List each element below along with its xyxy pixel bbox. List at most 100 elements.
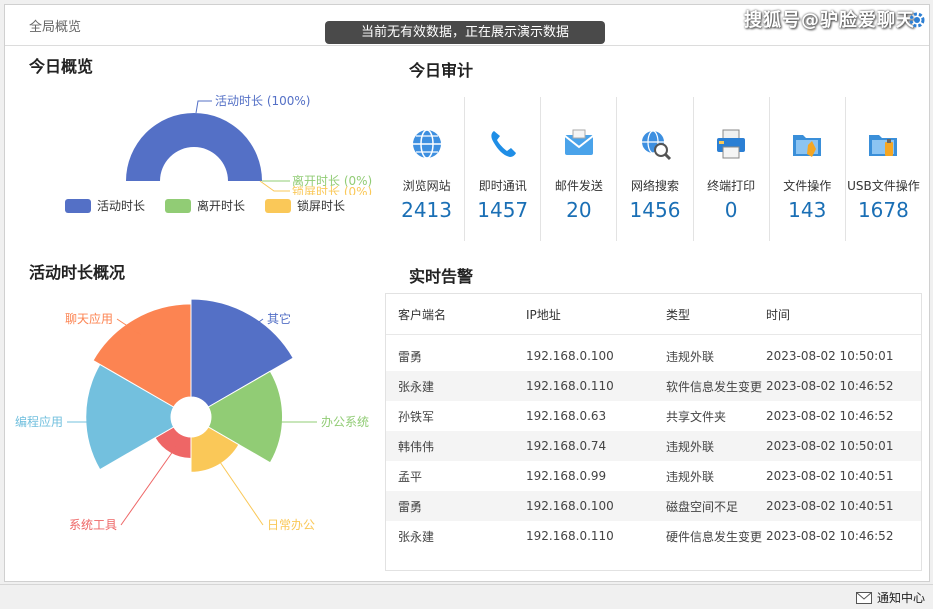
cell-time: 2023-08-02 10:46:52 — [766, 379, 894, 393]
dashboard-panel: 全局概览 今日概览 活动时长 (100%) 离开时长 (0%) 锁屏时长 (0%) … — [4, 4, 930, 582]
overview-legend: 活动时长 离开时长 锁屏时长 — [65, 197, 345, 214]
audit-stats: 浏览网站 2413 即时通讯 1457 邮件发送 20 网络搜索 1456 终端打印 0 文件操作 1… — [389, 97, 921, 241]
table-row[interactable]: 孟平 192.168.0.99 违规外联 2023-08-02 10:40:51 — [386, 461, 921, 491]
cell-type: 硬件信息发生变更 — [666, 529, 763, 544]
table-body: 雷勇 192.168.0.100 违规外联 2023-08-02 10:50:01 张永… — [386, 341, 921, 551]
cell-ip: 192.168.0.63 — [526, 409, 607, 423]
label-line — [259, 180, 290, 192]
audit-item-value: 0 — [724, 198, 738, 222]
legend-item[interactable]: 锁屏时长 — [265, 197, 345, 214]
legend-item[interactable]: 活动时长 — [65, 197, 145, 214]
cell-ip: 192.168.0.100 — [526, 349, 614, 363]
rose-label-3: 系统工具 — [69, 518, 117, 532]
audit-item-label: 网络搜索 — [630, 179, 679, 193]
audit-item-value: 2413 — [401, 198, 453, 222]
watermark: 搜狐号@驴脸爱聊天 — [744, 10, 915, 31]
cell-client: 孟平 — [398, 469, 423, 484]
rose-center — [171, 397, 211, 437]
legend-label: 活动时长 — [97, 199, 146, 213]
cell-ip: 192.168.0.100 — [526, 499, 614, 513]
audit-item-2[interactable]: 邮件发送 20 — [541, 97, 618, 241]
column-ip[interactable]: IP地址 — [526, 306, 666, 323]
cell-ip: 192.168.0.99 — [526, 469, 607, 483]
cell-client: 雷勇 — [398, 499, 423, 514]
audit-item-0[interactable]: 浏览网站 2413 — [389, 97, 466, 241]
cell-time: 2023-08-02 10:40:51 — [766, 469, 894, 483]
gear-icon[interactable] — [907, 10, 927, 30]
rose-label-2: 日常办公 — [267, 517, 315, 532]
audit-item-label: 邮件发送 — [554, 179, 603, 193]
cell-ip: 192.168.0.110 — [526, 529, 614, 543]
alerts-title: 实时告警 — [409, 267, 474, 286]
cell-client: 孙铁军 — [398, 409, 435, 424]
cell-client: 张永建 — [398, 529, 435, 544]
column-time[interactable]: 时间 — [766, 306, 906, 323]
cell-client: 韩伟伟 — [398, 439, 435, 454]
cell-ip: 192.168.0.110 — [526, 379, 614, 393]
donut-slice-0[interactable] — [126, 113, 262, 181]
status-bar: 通知中心 — [0, 584, 933, 609]
cell-type: 磁盘空间不足 — [666, 499, 739, 514]
audit-item-label: 即时通讯 — [478, 179, 527, 193]
cell-time: 2023-08-02 10:46:52 — [766, 529, 894, 543]
legend-swatch — [65, 198, 91, 213]
table-row[interactable]: 雷勇 192.168.0.100 磁盘空间不足 2023-08-02 10:40:51 — [386, 491, 921, 521]
table-row[interactable]: 韩伟伟 192.168.0.74 违规外联 2023-08-02 10:50:01 — [386, 431, 921, 461]
audit-item-label: 终端打印 — [707, 179, 756, 193]
audit-item-value: 1457 — [477, 198, 529, 222]
legend-swatch — [165, 198, 192, 213]
audit-item-value: 1678 — [857, 198, 909, 222]
audit-item-value: 1456 — [629, 198, 681, 222]
audit-item-3[interactable]: 网络搜索 1456 — [617, 97, 694, 241]
cell-type: 违规外联 — [666, 349, 715, 364]
demo-data-toast: 当前无有效数据，正在展示演示数据 — [325, 21, 605, 44]
phone-icon — [491, 131, 516, 157]
cell-time: 2023-08-02 10:50:01 — [766, 349, 894, 363]
legend-label: 离开时长 — [197, 199, 246, 213]
legend-swatch — [265, 198, 292, 213]
search-globe-icon — [641, 130, 672, 161]
globe-icon — [412, 129, 441, 159]
column-type[interactable]: 类型 — [666, 306, 766, 323]
audit-item-label: 浏览网站 — [402, 179, 451, 193]
audit-item-5[interactable]: 文件操作 143 — [770, 97, 846, 241]
alerts-table: 客户端名 IP地址 类型 时间 雷勇 192.168.0.100 违规外联 2023-… — [385, 293, 922, 571]
cell-client: 张永建 — [398, 379, 435, 394]
legend-label: 锁屏时长 — [297, 199, 346, 213]
mail-icon — [564, 129, 594, 155]
cell-time: 2023-08-02 10:50:01 — [766, 439, 894, 453]
activity-title: 活动时长概况 — [29, 263, 126, 282]
breadcrumb[interactable]: 全局概览 — [29, 16, 81, 35]
table-header: 客户端名 IP地址 类型 时间 — [386, 294, 921, 335]
folder-icon — [793, 135, 822, 157]
table-row[interactable]: 雷勇 192.168.0.100 违规外联 2023-08-02 10:50:01 — [386, 341, 921, 371]
rose-label-0: 其它 — [267, 311, 291, 326]
cell-client: 雷勇 — [398, 349, 423, 364]
cell-time: 2023-08-02 10:46:52 — [766, 409, 894, 423]
slice-label-0: 活动时长 (100%) — [215, 94, 311, 108]
cell-type: 软件信息发生变更 — [666, 379, 763, 394]
audit-item-1[interactable]: 即时通讯 1457 — [465, 97, 542, 241]
cell-type: 共享文件夹 — [666, 409, 727, 424]
audit-title: 今日审计 — [409, 61, 474, 80]
legend-item[interactable]: 离开时长 — [165, 197, 245, 214]
audit-item-6[interactable]: USB文件操作 1678 — [846, 97, 921, 241]
cell-type: 违规外联 — [666, 439, 715, 454]
activity-rose-chart: 其它办公系统日常办公 系统工具 编程应用 聊天应用 — [15, 298, 369, 532]
label-line — [206, 442, 264, 526]
notification-center-button[interactable]: 通知中心 — [855, 589, 925, 606]
table-row[interactable]: 孙铁军 192.168.0.63 共享文件夹 2023-08-02 10:46:52 — [386, 401, 921, 431]
slice-label-2: 锁屏时长 (0%) — [292, 184, 372, 195]
audit-item-label: USB文件操作 — [847, 179, 920, 193]
table-row[interactable]: 张永建 192.168.0.110 硬件信息发生变更 2023-08-02 10:46… — [386, 521, 921, 551]
cell-type: 违规外联 — [666, 469, 715, 484]
overview-half-donut-chart: 活动时长 (100%)离开时长 (0%)锁屏时长 (0%) — [126, 94, 372, 195]
column-client[interactable]: 客户端名 — [386, 306, 526, 323]
rose-label-1: 办公系统 — [321, 414, 369, 429]
table-row[interactable]: 张永建 192.168.0.110 软件信息发生变更 2023-08-02 10:46… — [386, 371, 921, 401]
notification-center-label: 通知中心 — [876, 591, 925, 605]
label-line — [195, 100, 212, 114]
rose-label-5: 聊天应用 — [65, 311, 113, 326]
audit-item-4[interactable]: 终端打印 0 — [694, 97, 770, 241]
mail-icon — [855, 591, 872, 604]
